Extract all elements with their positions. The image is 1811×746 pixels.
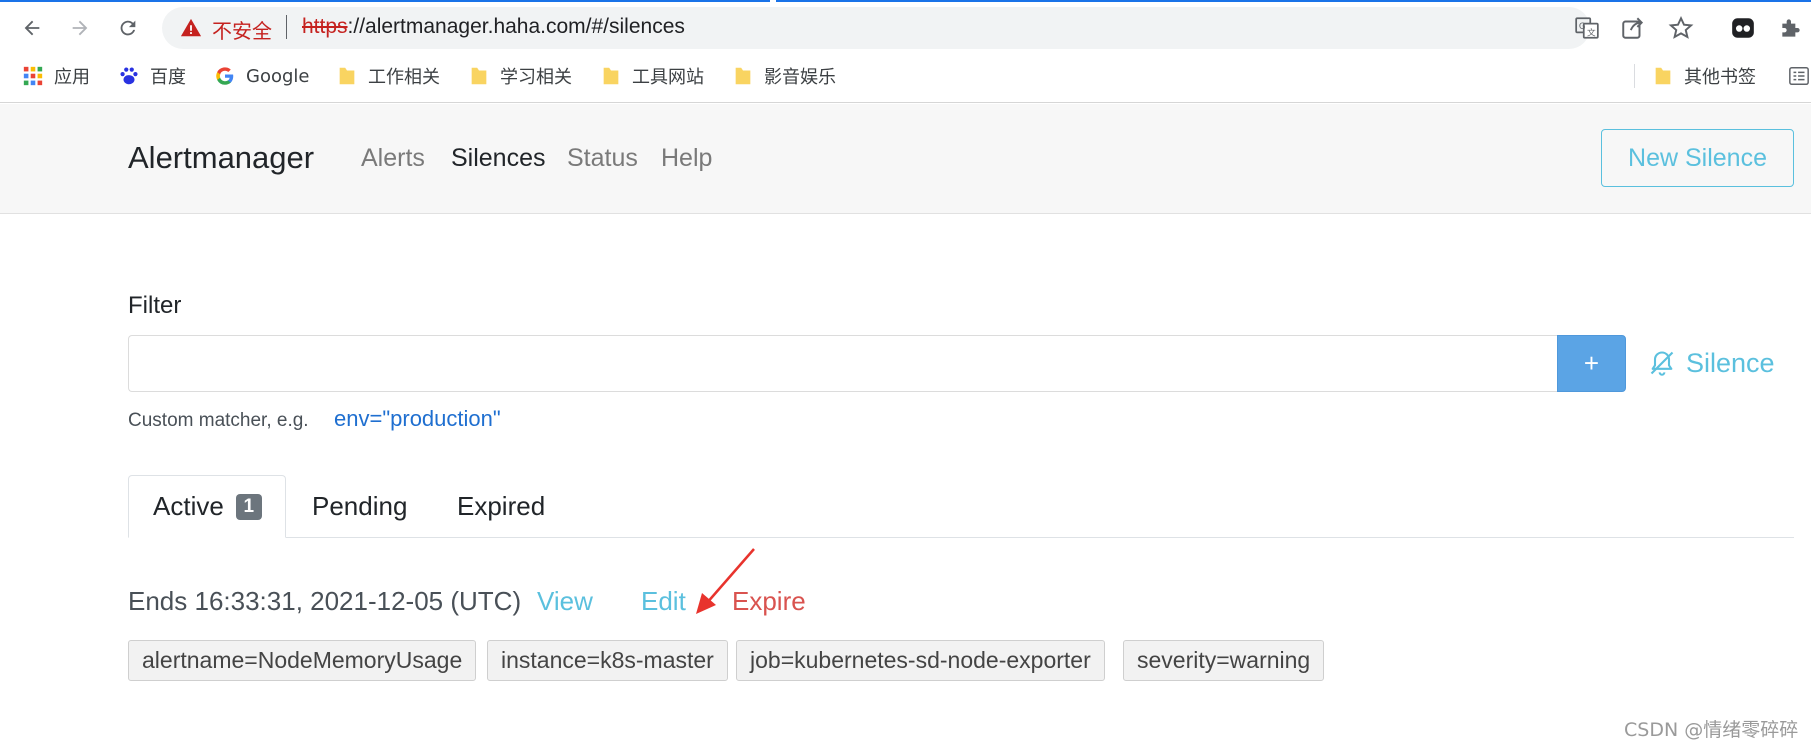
bookmark-label: 其他书签 <box>1684 67 1756 88</box>
bookmark-google[interactable]: Google <box>214 62 309 90</box>
nav-help[interactable]: Help <box>661 144 712 173</box>
reading-list-button[interactable] <box>1788 62 1810 90</box>
folder-icon <box>471 67 487 85</box>
baidu-paw-icon <box>120 67 138 85</box>
app-brand[interactable]: Alertmanager <box>128 140 314 176</box>
expire-silence-button[interactable]: Expire <box>732 586 806 617</box>
add-filter-button[interactable]: + <box>1557 335 1626 392</box>
new-silence-button[interactable]: New Silence <box>1601 129 1794 187</box>
bookmark-folder-media[interactable]: 影音娱乐 <box>732 62 836 90</box>
extension-icon[interactable] <box>1730 15 1756 41</box>
matcher-label[interactable]: job=kubernetes-sd-node-exporter <box>736 640 1105 681</box>
bookmark-label: 应用 <box>54 67 90 88</box>
silence-button[interactable]: Silence <box>1648 346 1775 380</box>
apps-grid-icon <box>23 66 43 86</box>
back-icon[interactable] <box>14 10 50 46</box>
bookmark-label: 学习相关 <box>500 67 572 88</box>
bookmark-label: 工具网站 <box>632 67 704 88</box>
folder-icon <box>1655 67 1671 85</box>
nav-silences[interactable]: Silences <box>451 144 546 173</box>
bookmark-other[interactable]: 其他书签 <box>1652 62 1756 90</box>
app-navbar: Alertmanager Alerts Silences Status Help… <box>0 104 1811 214</box>
matcher-label[interactable]: severity=warning <box>1123 640 1325 681</box>
bookmarks-bar: 应用 百度 Google 工作相关 学习相关 工具网站 影音娱乐 其他书签 <box>0 58 1811 94</box>
tab-expired[interactable]: Expired <box>457 475 545 538</box>
address-divider <box>286 15 287 39</box>
bookmark-label: 工作相关 <box>368 67 440 88</box>
translate-icon[interactable]: G 文 <box>1574 15 1600 41</box>
silence-ends-at: Ends 16:33:31, 2021-12-05 (UTC) <box>128 586 522 616</box>
view-silence-button[interactable]: View <box>537 586 593 617</box>
nav-alerts[interactable]: Alerts <box>361 144 425 173</box>
google-g-icon <box>216 67 234 85</box>
folder-icon <box>603 67 619 85</box>
url-scheme: https <box>302 15 348 38</box>
reading-list-icon <box>1789 67 1809 85</box>
edit-silence-button[interactable]: Edit <box>641 586 686 617</box>
tab-strip-indicator <box>0 0 1811 2</box>
bookmarks-divider <box>1634 64 1635 88</box>
filter-hint: Custom matcher, e.g. <box>128 410 309 431</box>
forward-icon[interactable] <box>62 10 98 46</box>
tab-expired-label: Expired <box>457 491 546 521</box>
nav-status[interactable]: Status <box>567 144 638 173</box>
bookmark-baidu[interactable]: 百度 <box>118 62 186 90</box>
bookmark-apps[interactable]: 应用 <box>22 62 90 90</box>
puzzle-icon[interactable] <box>1778 15 1804 41</box>
matcher-label[interactable]: alertname=NodeMemoryUsage <box>128 640 477 681</box>
warning-icon[interactable] <box>180 17 202 39</box>
url-text[interactable]: https://alertmanager.haha.com/#/silences <box>302 15 685 39</box>
bookmark-folder-work[interactable]: 工作相关 <box>336 62 440 90</box>
silence-button-label: Silence <box>1686 347 1775 378</box>
filter-input[interactable] <box>128 335 1558 392</box>
star-icon[interactable] <box>1668 15 1694 41</box>
svg-text:文: 文 <box>1587 27 1596 39</box>
filter-label: Filter <box>128 292 182 319</box>
browser-chrome: 不安全 https://alertmanager.haha.com/#/sile… <box>0 0 1811 103</box>
tab-active[interactable]: Active 1 <box>128 475 286 538</box>
bell-slash-icon <box>1650 351 1674 376</box>
bookmark-label: Google <box>246 65 310 87</box>
folder-icon <box>339 67 355 85</box>
url-path: ://alertmanager.haha.com/#/silences <box>347 15 685 38</box>
tab-pending-label: Pending <box>312 491 408 521</box>
tab-pending[interactable]: Pending <box>312 475 407 538</box>
bookmark-label: 影音娱乐 <box>764 67 836 88</box>
svg-text:G: G <box>1579 22 1586 32</box>
active-count-badge: 1 <box>235 493 262 520</box>
bookmark-folder-study[interactable]: 学习相关 <box>468 62 572 90</box>
matcher-label[interactable]: instance=k8s-master <box>487 640 728 681</box>
watermark: CSDN @情绪零碎碎 <box>1624 719 1799 741</box>
share-icon[interactable] <box>1620 15 1646 41</box>
reload-icon[interactable] <box>110 10 146 46</box>
filter-hint-example[interactable]: env="production" <box>334 406 501 432</box>
bookmark-label: 百度 <box>150 67 186 88</box>
bookmark-folder-tools[interactable]: 工具网站 <box>600 62 704 90</box>
tab-active-label: Active <box>153 491 224 521</box>
folder-icon <box>735 67 751 85</box>
security-label[interactable]: 不安全 <box>212 15 272 44</box>
